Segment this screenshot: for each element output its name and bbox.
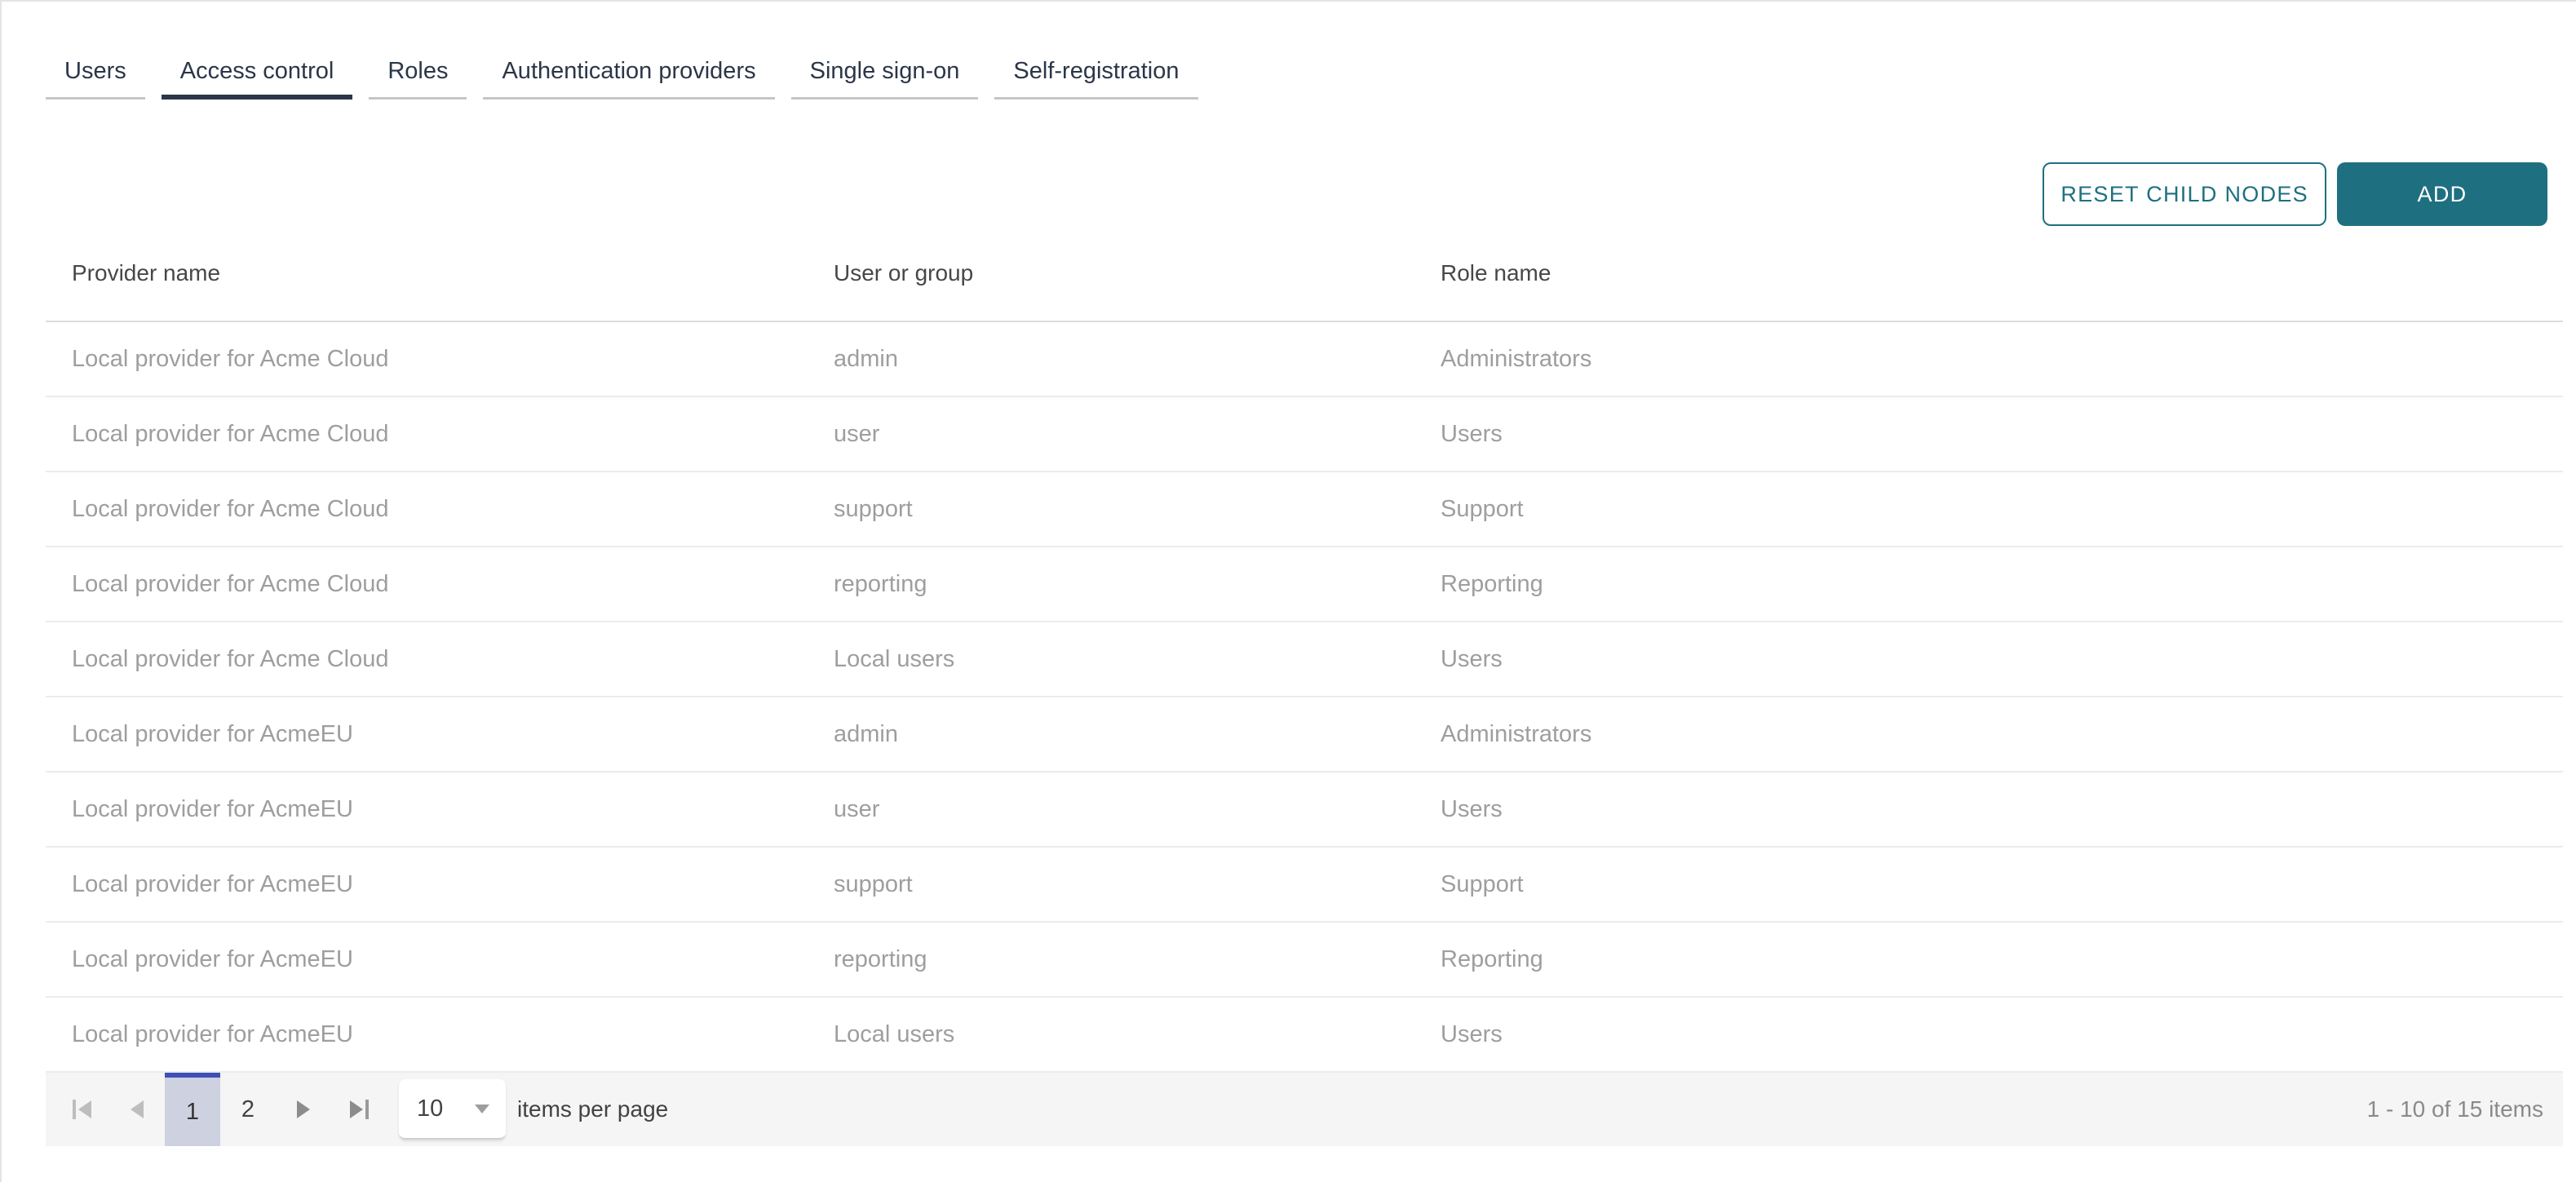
user-or-group-cell: Local users: [834, 1020, 955, 1047]
user-or-group-cell: user: [834, 420, 880, 447]
items-per-page-select[interactable]: 10: [399, 1079, 506, 1140]
column-header-provider-name[interactable]: Provider name: [46, 260, 808, 286]
table-pager: 1 2 10 items per page 1 - 10 of 15 items: [46, 1073, 2563, 1146]
table-row[interactable]: Local provider for Acme Cloud admin Admi…: [46, 322, 2563, 397]
previous-page-icon: [131, 1100, 144, 1118]
role-name-cell: Users: [1441, 1020, 1503, 1047]
table-toolbar: RESET CHILD NODES ADD: [2, 162, 2576, 226]
provider-name-cell: Local provider for AcmeEU: [72, 945, 353, 972]
tab-users[interactable]: Users: [46, 34, 145, 100]
tab-access-control[interactable]: Access control: [161, 34, 353, 100]
last-page-button[interactable]: [331, 1073, 387, 1146]
pager-info: 1 - 10 of 15 items: [2366, 1096, 2543, 1122]
role-name-cell: Users: [1441, 795, 1503, 822]
role-name-cell: Reporting: [1441, 570, 1543, 597]
next-page-icon: [297, 1100, 310, 1118]
first-page-button[interactable]: [54, 1073, 109, 1146]
user-or-group-cell: Local users: [834, 645, 955, 672]
role-name-cell: Reporting: [1441, 945, 1543, 972]
role-name-cell: Support: [1441, 870, 1524, 897]
page-2-button[interactable]: 2: [220, 1073, 276, 1146]
column-header-role-name[interactable]: Role name: [1414, 260, 2563, 286]
provider-name-cell: Local provider for AcmeEU: [72, 1020, 353, 1047]
previous-page-button[interactable]: [109, 1073, 165, 1146]
last-page-icon: [349, 1100, 369, 1119]
role-name-cell: Support: [1441, 495, 1524, 522]
table-row[interactable]: Local provider for Acme Cloud support Su…: [46, 472, 2563, 547]
table-row[interactable]: Local provider for AcmeEU support Suppor…: [46, 848, 2563, 923]
role-name-cell: Users: [1441, 420, 1503, 447]
page-1-button[interactable]: 1: [165, 1073, 220, 1146]
reset-child-nodes-button[interactable]: RESET CHILD NODES: [2043, 162, 2326, 226]
role-name-cell: Users: [1441, 645, 1503, 672]
role-name-cell: Administrators: [1441, 345, 1592, 372]
role-name-cell: Administrators: [1441, 720, 1592, 747]
tab-roles[interactable]: Roles: [369, 34, 467, 100]
next-page-button[interactable]: [276, 1073, 331, 1146]
tab-single-sign-on[interactable]: Single sign-on: [790, 34, 979, 100]
table-header-row: Provider name User or group Role name: [46, 226, 2563, 322]
provider-name-cell: Local provider for Acme Cloud: [72, 345, 389, 372]
column-header-user-or-group[interactable]: User or group: [808, 260, 1414, 286]
provider-name-cell: Local provider for Acme Cloud: [72, 570, 389, 597]
provider-name-cell: Local provider for Acme Cloud: [72, 420, 389, 447]
chevron-down-icon: [475, 1104, 489, 1113]
table-row[interactable]: Local provider for Acme Cloud Local user…: [46, 622, 2563, 697]
table-row[interactable]: Local provider for AcmeEU Local users Us…: [46, 998, 2563, 1073]
access-control-panel: Users Access control Roles Authenticatio…: [0, 0, 2576, 1182]
user-or-group-cell: reporting: [834, 945, 927, 972]
provider-name-cell: Local provider for AcmeEU: [72, 870, 353, 897]
tab-bar: Users Access control Roles Authenticatio…: [46, 34, 2576, 100]
tab-authentication-providers[interactable]: Authentication providers: [483, 34, 775, 100]
provider-name-cell: Local provider for Acme Cloud: [72, 495, 389, 522]
add-button[interactable]: ADD: [2337, 162, 2547, 226]
user-or-group-cell: reporting: [834, 570, 927, 597]
table-row[interactable]: Local provider for AcmeEU user Users: [46, 773, 2563, 848]
tab-self-registration[interactable]: Self-registration: [994, 34, 1198, 100]
user-or-group-cell: support: [834, 870, 913, 897]
user-or-group-cell: admin: [834, 345, 898, 372]
user-or-group-cell: support: [834, 495, 913, 522]
table-row[interactable]: Local provider for AcmeEU admin Administ…: [46, 697, 2563, 773]
items-per-page-value: 10: [417, 1095, 444, 1122]
first-page-icon: [72, 1100, 91, 1119]
provider-name-cell: Local provider for AcmeEU: [72, 720, 353, 747]
provider-name-cell: Local provider for AcmeEU: [72, 795, 353, 822]
user-or-group-cell: user: [834, 795, 880, 822]
access-control-table: Provider name User or group Role name Lo…: [46, 226, 2563, 1146]
table-row[interactable]: Local provider for Acme Cloud reporting …: [46, 547, 2563, 622]
user-or-group-cell: admin: [834, 720, 898, 747]
items-per-page-label: items per page: [517, 1096, 669, 1122]
table-row[interactable]: Local provider for AcmeEU reporting Repo…: [46, 923, 2563, 998]
provider-name-cell: Local provider for Acme Cloud: [72, 645, 389, 672]
table-row[interactable]: Local provider for Acme Cloud user Users: [46, 397, 2563, 472]
